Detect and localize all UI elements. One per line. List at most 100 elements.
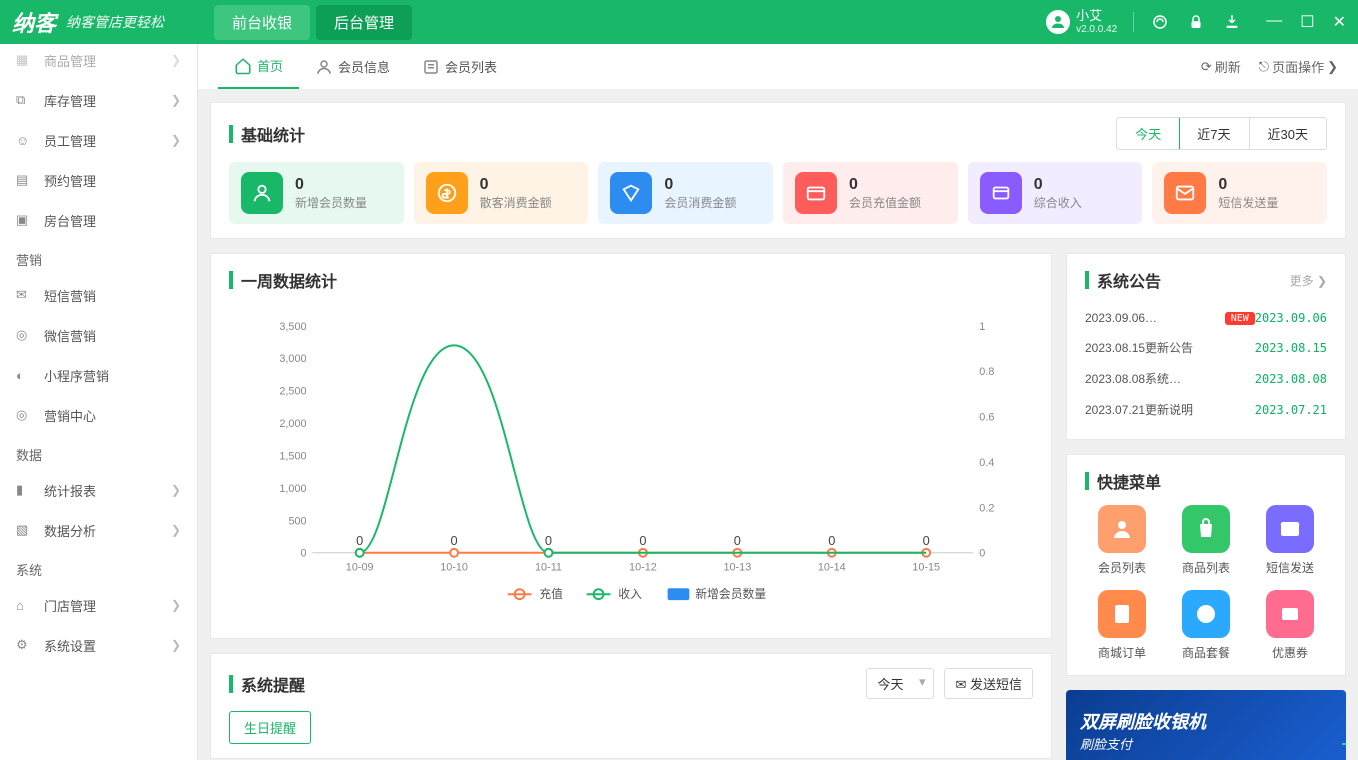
chart-icon: ▮ (16, 482, 34, 498)
titlebar: 纳客 纳客管店更轻松 前台收银 后台管理 小艾 v2.0.0.42 — ☐ ✕ (0, 0, 1358, 44)
box-icon: ▦ (16, 52, 34, 68)
quick-item[interactable]: 短信发送 (1253, 505, 1327, 576)
avatar (1046, 10, 1070, 34)
sidebar: ▦商品管理❯ ⧉库存管理❯ ☺员工管理❯ ▤预约管理 ▣房台管理 营销 ✉短信营… (0, 44, 198, 760)
range-30d[interactable]: 近30天 (1250, 118, 1326, 149)
stat-icon (1164, 172, 1206, 214)
notice-date: 2023.07.21 (1255, 403, 1327, 417)
chevron-right-icon: ❯ (171, 523, 181, 537)
sidebar-item-settings[interactable]: ⚙系统设置❯ (0, 625, 197, 665)
svg-text:0.2: 0.2 (979, 502, 994, 514)
sidebar-item-analysis[interactable]: ▧数据分析❯ (0, 510, 197, 550)
range-tabs: 今天 近7天 近30天 (1116, 117, 1327, 150)
support-icon[interactable] (1150, 12, 1170, 32)
sidebar-item-booking[interactable]: ▤预约管理 (0, 160, 197, 200)
svg-text:3,500: 3,500 (279, 321, 306, 333)
sidebar-item-table[interactable]: ▣房台管理 (0, 200, 197, 240)
notice-row[interactable]: 2023.08.08系统… 2023.08.08 (1085, 363, 1327, 394)
notice-row[interactable]: 2023.09.06… NEW 2023.09.06 (1085, 304, 1327, 332)
notice-date: 2023.09.06 (1255, 311, 1327, 325)
range-7d[interactable]: 近7天 (1179, 118, 1249, 149)
pageops-button[interactable]: ⎋ 页面操作 ❯ (1259, 57, 1338, 76)
miniapp-icon: ◐ (16, 368, 34, 383)
svg-text:10-10: 10-10 (440, 562, 468, 574)
quick-item[interactable]: 优惠券 (1253, 590, 1327, 661)
remind-title: 系统提醒 (241, 672, 305, 696)
mode-tab-admin[interactable]: 后台管理 (316, 5, 412, 40)
sidebar-item-stock[interactable]: ⧉库存管理❯ (0, 80, 197, 120)
quick-title: 快捷菜单 (1097, 469, 1161, 493)
promo-banner[interactable]: 双屏刷脸收银机 刷脸支付 (1066, 690, 1346, 760)
stat-label: 散客消费金额 (480, 194, 552, 211)
quick-icon (1098, 590, 1146, 638)
logo-text: 纳客 (12, 6, 56, 38)
store-icon: ⌂ (16, 598, 34, 613)
sidebar-item-sms[interactable]: ✉短信营销 (0, 275, 197, 315)
quick-icon (1266, 590, 1314, 638)
stat-label: 会员消费金额 (664, 194, 736, 211)
notice-more[interactable]: 更多 ❯ (1290, 272, 1327, 289)
svg-text:0.4: 0.4 (979, 457, 994, 469)
sidebar-item-wechat[interactable]: ◎微信营销 (0, 315, 197, 355)
stats-card: 基础统计 今天 近7天 近30天 0新增会员数量 0散客消费金额 0会员消费金额… (210, 102, 1346, 239)
accent-bar (229, 125, 233, 143)
svg-text:0: 0 (828, 533, 835, 548)
birthday-remind-tab[interactable]: 生日提醒 (229, 711, 311, 744)
lock-icon[interactable] (1186, 12, 1206, 32)
remind-card: 系统提醒 今天 ✉ 发送短信 生日提醒 (210, 653, 1052, 759)
svg-text:1,500: 1,500 (279, 450, 306, 462)
chart-card: 一周数据统计 05001,0001,5002,0002,5003,0003,50… (210, 253, 1052, 639)
window-controls: — ☐ ✕ (1266, 12, 1346, 32)
sidebar-item-report[interactable]: ▮统计报表❯ (0, 470, 197, 510)
sidebar-item-goods[interactable]: ▦商品管理❯ (0, 44, 197, 80)
tab-actions: ⟳ 刷新 ⎋ 页面操作 ❯ (1201, 57, 1338, 76)
sidebar-item-store[interactable]: ⌂门店管理❯ (0, 585, 197, 625)
stat-tile: 0新增会员数量 (229, 162, 404, 224)
tab-member-list[interactable]: 会员列表 (406, 45, 513, 88)
svg-text:0: 0 (639, 533, 646, 548)
tab-member-info[interactable]: 会员信息 (299, 45, 406, 88)
sidebar-item-staff[interactable]: ☺员工管理❯ (0, 120, 197, 160)
chevron-right-icon: ❯ (171, 638, 181, 652)
scroll-area[interactable]: 基础统计 今天 近7天 近30天 0新增会员数量 0散客消费金额 0会员消费金额… (198, 90, 1358, 760)
target-icon: ◎ (16, 407, 34, 423)
logo-slogan: 纳客管店更轻松 (66, 12, 164, 32)
svg-text:收入: 收入 (618, 587, 642, 601)
svg-text:充值: 充值 (539, 587, 563, 601)
user-chip[interactable]: 小艾 v2.0.0.42 (1046, 9, 1117, 34)
send-sms-button[interactable]: ✉ 发送短信 (944, 668, 1033, 699)
refresh-button[interactable]: ⟳ 刷新 (1201, 57, 1241, 76)
svg-text:10-14: 10-14 (818, 562, 846, 574)
svg-text:0: 0 (356, 533, 363, 548)
minimize-icon[interactable]: — (1266, 12, 1282, 32)
notice-row[interactable]: 2023.08.15更新公告 2023.08.15 (1085, 332, 1327, 363)
analysis-icon: ▧ (16, 522, 34, 538)
quick-item[interactable]: 商品列表 (1169, 505, 1243, 576)
stat-label: 短信发送量 (1218, 194, 1278, 211)
close-icon[interactable]: ✕ (1333, 12, 1346, 32)
svg-text:0.6: 0.6 (979, 412, 994, 424)
sidebar-item-mktcenter[interactable]: ◎营销中心 (0, 395, 197, 435)
sidebar-item-miniapp[interactable]: ◐小程序营销 (0, 355, 197, 395)
svg-text:1,000: 1,000 (279, 483, 306, 495)
quick-item[interactable]: 商品套餐 (1169, 590, 1243, 661)
notice-title-text: 2023.08.08系统… (1085, 370, 1255, 387)
svg-text:0: 0 (451, 533, 458, 548)
mode-tab-cashier[interactable]: 前台收银 (214, 5, 310, 40)
mode-tabs: 前台收银 后台管理 (214, 5, 412, 40)
tab-home[interactable]: 首页 (218, 44, 299, 89)
wechat-icon: ◎ (16, 327, 34, 343)
range-today[interactable]: 今天 (1116, 117, 1180, 150)
sidebar-category-data: 数据 (0, 435, 197, 470)
quick-label: 商品套餐 (1182, 644, 1230, 661)
notice-list: 2023.09.06… NEW 2023.09.06 2023.08.15更新公… (1085, 304, 1327, 425)
remind-range-select[interactable]: 今天 (866, 668, 934, 699)
notice-date: 2023.08.15 (1255, 341, 1327, 355)
quick-item[interactable]: 商城订单 (1085, 590, 1159, 661)
notice-row[interactable]: 2023.07.21更新说明 2023.07.21 (1085, 394, 1327, 425)
stats-row: 0新增会员数量 0散客消费金额 0会员消费金额 0会员充值金额 0综合收入 0短… (229, 162, 1327, 224)
quick-item[interactable]: 会员列表 (1085, 505, 1159, 576)
download-icon[interactable] (1222, 12, 1242, 32)
chart: 05001,0001,5002,0002,5003,0003,50000.20.… (229, 304, 1033, 624)
maximize-icon[interactable]: ☐ (1300, 12, 1314, 32)
